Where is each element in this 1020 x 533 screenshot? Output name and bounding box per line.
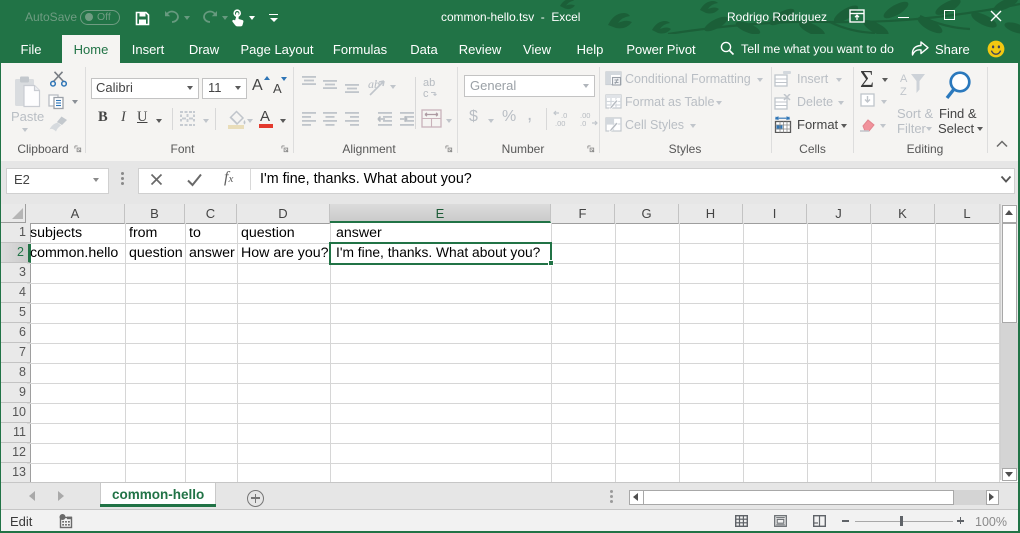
- svg-text:Z: Z: [900, 86, 907, 97]
- svg-text:ab: ab: [368, 77, 380, 91]
- svg-text:c: c: [423, 88, 429, 100]
- svg-text:.0: .0: [580, 119, 586, 127]
- svg-text:.00: .00: [555, 119, 565, 127]
- svg-text:A: A: [900, 73, 908, 85]
